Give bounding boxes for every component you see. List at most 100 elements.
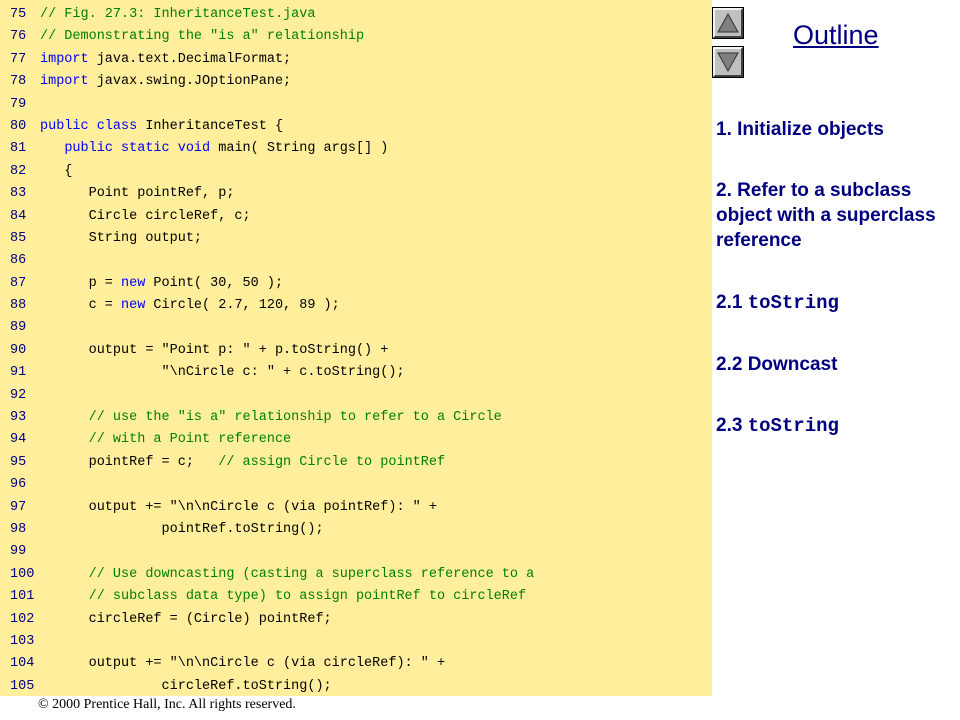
- code-keyword-token: public static void: [64, 141, 211, 157]
- outline-item-tostring-1: 2.1 toString: [716, 290, 951, 316]
- line-number: 93: [10, 410, 27, 426]
- next-slide-button[interactable]: [712, 46, 744, 78]
- line-number: 91: [10, 365, 27, 381]
- code-line: 92: [10, 385, 534, 407]
- outline-item-tostring-2: 2.3 toString: [716, 413, 951, 439]
- code-line: 90 output = "Point p: " + p.toString() +: [10, 340, 534, 362]
- code-line: 80 public class InheritanceTest {: [10, 116, 534, 138]
- code-plain-token: output += "\n\nCircle c (via pointRef): …: [40, 499, 437, 515]
- copyright-symbol: ©: [38, 697, 49, 712]
- outline-item-refer: 2. Refer to a subclass object with a sup…: [716, 180, 936, 251]
- line-number: 98: [10, 521, 27, 537]
- code-comment-token: // assign Circle to pointRef: [218, 454, 446, 470]
- code-plain-token: c =: [40, 298, 122, 314]
- line-number: 84: [10, 208, 27, 224]
- outline-item-number: 2.1: [716, 292, 748, 313]
- code-line: 95 pointRef = c; // assign Circle to poi…: [10, 452, 534, 474]
- line-number: 92: [10, 387, 27, 403]
- code-line: 87 p = new Point( 30, 50 );: [10, 273, 534, 295]
- code-line: 85 String output;: [10, 228, 534, 250]
- line-number: 95: [10, 454, 27, 470]
- outline-item-number: 2.3: [716, 415, 748, 436]
- line-number: 96: [10, 477, 27, 493]
- code-plain-token: {: [40, 163, 73, 179]
- line-number: 80: [10, 118, 27, 134]
- line-number: 78: [10, 74, 27, 90]
- code-plain-token: java.text.DecimalFormat;: [88, 51, 292, 67]
- line-number: 88: [10, 298, 27, 314]
- line-number: 83: [10, 186, 27, 202]
- code-plain-token: pointRef.toString();: [40, 521, 324, 537]
- code-line: 98 pointRef.toString();: [10, 519, 534, 541]
- line-number: 82: [10, 163, 27, 179]
- code-line: 104 output += "\n\nCircle c (via circleR…: [10, 653, 534, 675]
- code-line: 82 {: [10, 161, 534, 183]
- code-line: 77 import java.text.DecimalFormat;: [10, 49, 534, 71]
- code-plain-token: circleRef = (Circle) pointRef;: [40, 611, 332, 627]
- code-comment-token: // Demonstrating the "is a" relationship: [40, 29, 365, 45]
- line-number: 79: [10, 96, 27, 112]
- code-comment-token: // Use downcasting (casting a superclass…: [40, 566, 535, 582]
- code-plain-token: Circle( 2.7, 120, 89 );: [145, 298, 340, 314]
- code-plain-token: javax.swing.JOptionPane;: [88, 74, 292, 90]
- code-line: 97 output += "\n\nCircle c (via pointRef…: [10, 497, 534, 519]
- code-line: 99: [10, 541, 534, 563]
- code-plain-token: pointRef = c;: [40, 454, 219, 470]
- code-line: 81 public static void main( String args[…: [10, 138, 534, 160]
- code-plain-token: main( String args[] ): [210, 141, 389, 157]
- code-keyword-token: public class: [40, 118, 138, 134]
- line-number: 76: [10, 29, 27, 45]
- triangle-up-icon: [717, 12, 739, 33]
- outline-item-code: toString: [747, 415, 839, 437]
- line-number: 102: [10, 611, 35, 627]
- line-number: 103: [10, 633, 35, 649]
- code-keyword-token: import: [40, 74, 89, 90]
- code-line: 103: [10, 631, 534, 653]
- line-number: 104: [10, 656, 35, 672]
- code-line: 91 "\nCircle c: " + c.toString();: [10, 362, 534, 384]
- code-keyword-token: import: [40, 51, 89, 67]
- code-plain-token: p =: [40, 275, 122, 291]
- code-comment-token: // Fig. 27.3: InheritanceTest.java: [40, 7, 316, 22]
- code-plain-token: Point pointRef, p;: [40, 186, 235, 202]
- line-number: 77: [10, 51, 27, 67]
- line-number: 97: [10, 499, 27, 515]
- line-number: 75: [10, 7, 27, 22]
- code-line: 86: [10, 250, 534, 272]
- line-number: 87: [10, 275, 27, 291]
- outline-title[interactable]: Outline: [793, 20, 879, 51]
- code-line: 75 // Fig. 27.3: InheritanceTest.java: [10, 4, 534, 26]
- code-line: 84 Circle circleRef, c;: [10, 206, 534, 228]
- code-plain-token: output = "Point p: " + p.toString() +: [40, 342, 389, 358]
- line-number: 89: [10, 320, 27, 336]
- code-line: 89: [10, 317, 534, 339]
- line-number: 101: [10, 589, 35, 605]
- code-line: 100 // Use downcasting (casting a superc…: [10, 564, 534, 586]
- outline-item-initialize: 1. Initialize objects: [716, 119, 884, 140]
- code-keyword-token: new: [121, 275, 146, 291]
- previous-slide-button[interactable]: [712, 7, 744, 39]
- code-plain-token: "\nCircle c: " + c.toString();: [40, 365, 405, 381]
- code-plain-token: InheritanceTest {: [137, 118, 284, 134]
- code-line: 78 import javax.swing.JOptionPane;: [10, 71, 534, 93]
- outline-item-downcast: 2.2 Downcast: [716, 354, 838, 375]
- code-plain-token: String output;: [40, 230, 203, 246]
- code-comment-token: // with a Point reference: [40, 432, 292, 448]
- code-plain-token: [40, 141, 64, 156]
- copyright-text: 2000 Prentice Hall, Inc. All rights rese…: [48, 697, 296, 712]
- code-line: 105 circleRef.toString();: [10, 676, 534, 698]
- outline-item-code: toString: [747, 292, 839, 314]
- code-panel: 75 // Fig. 27.3: InheritanceTest.java 76 //…: [0, 0, 712, 696]
- code-comment-token: // subclass data type) to assign pointRe…: [40, 589, 527, 605]
- code-comment-token: // use the "is a" relationship to refer …: [40, 410, 502, 426]
- line-number: 86: [10, 253, 27, 269]
- code-listing: 75 // Fig. 27.3: InheritanceTest.java 76 //…: [10, 4, 534, 698]
- code-line: 93 // use the "is a" relationship to ref…: [10, 407, 534, 429]
- code-line: 88 c = new Circle( 2.7, 120, 89 );: [10, 295, 534, 317]
- code-line: 96: [10, 474, 534, 496]
- copyright-footer: © 2000 Prentice Hall, Inc. All rights re…: [38, 697, 296, 713]
- code-plain-token: Circle circleRef, c;: [40, 208, 251, 224]
- line-number: 94: [10, 432, 27, 448]
- line-number: 85: [10, 230, 27, 246]
- code-line: 101 // subclass data type) to assign poi…: [10, 586, 534, 608]
